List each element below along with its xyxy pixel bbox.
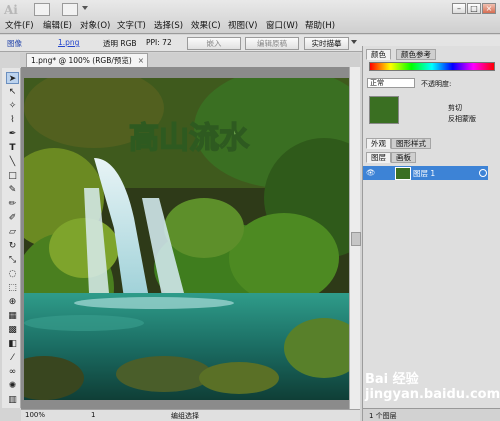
- tab-artboards[interactable]: 画板: [391, 152, 416, 163]
- lasso-tool-icon[interactable]: ⌇: [6, 114, 19, 126]
- blend-tool-icon[interactable]: ∞: [6, 366, 19, 378]
- symbol-sprayer-tool-icon[interactable]: ✺: [6, 380, 19, 392]
- direct-selection-tool-icon[interactable]: ↖: [6, 86, 19, 98]
- graph-tool-icon[interactable]: ▥: [6, 394, 19, 406]
- menu-view[interactable]: 视图(V): [228, 19, 257, 31]
- shape-builder-tool-icon[interactable]: ⊕: [6, 296, 19, 308]
- rectangle-tool-icon[interactable]: □: [6, 170, 19, 182]
- tab-layers[interactable]: 图层: [366, 152, 391, 163]
- zoom-level[interactable]: 100%: [25, 411, 45, 419]
- line-tool-icon[interactable]: ╲: [6, 156, 19, 168]
- status-text: 编组选择: [171, 412, 199, 420]
- document-tab[interactable]: 1.png* @ 100% (RGB/预览) ×: [26, 53, 148, 67]
- status-bar: 100% 1 编组选择: [21, 409, 360, 421]
- visibility-eye-icon[interactable]: 👁: [366, 168, 376, 177]
- scale-tool-icon[interactable]: ⤡: [6, 254, 19, 266]
- blend-mode-select[interactable]: 正常: [367, 78, 415, 88]
- bridge-icon[interactable]: [34, 3, 50, 16]
- thumbnail-preview: [369, 96, 399, 124]
- document-tab-title: 1.png* @ 100% (RGB/预览): [31, 56, 132, 65]
- watermark: Bai 经验 jingyan.baidu.com: [365, 368, 500, 408]
- perspective-grid-tool-icon[interactable]: ▦: [6, 310, 19, 322]
- watermark-text: Bai 经验 jingyan.baidu.com: [365, 372, 500, 402]
- scroll-thumb[interactable]: [351, 232, 361, 246]
- layers-footer: 1 个图层: [363, 408, 500, 421]
- menu-file[interactable]: 文件(F): [5, 19, 34, 31]
- menu-object[interactable]: 对象(O): [80, 19, 110, 31]
- arrange-documents-icon[interactable]: [62, 3, 78, 16]
- clip-checkbox[interactable]: 剪切: [448, 103, 462, 113]
- app-logo: Ai: [4, 3, 18, 17]
- layer-row[interactable]: 👁 图层 1: [363, 166, 488, 180]
- tab-color-guide[interactable]: 颜色参考: [396, 49, 436, 60]
- close-tab-icon[interactable]: ×: [138, 54, 144, 67]
- waterfall-photo: 高山流水: [24, 78, 349, 400]
- vertical-scrollbar[interactable]: [349, 67, 361, 409]
- menu-edit[interactable]: 编辑(E): [43, 19, 72, 31]
- chevron-down-icon[interactable]: [351, 40, 357, 44]
- artwork-image[interactable]: 高山流水: [24, 78, 349, 400]
- type-tool-icon[interactable]: T: [6, 142, 19, 154]
- embed-button[interactable]: 嵌入: [187, 37, 241, 50]
- menu-effect[interactable]: 效果(C): [191, 19, 221, 31]
- rotate-tool-icon[interactable]: ↻: [6, 240, 19, 252]
- menu-select[interactable]: 选择(S): [154, 19, 183, 31]
- maximize-button[interactable]: □: [467, 3, 481, 14]
- menu-window[interactable]: 窗口(W): [266, 19, 298, 31]
- eraser-tool-icon[interactable]: ▱: [6, 226, 19, 238]
- page-number[interactable]: 1: [91, 411, 95, 419]
- target-circle-icon[interactable]: [479, 169, 487, 177]
- selection-tool-icon[interactable]: ➤: [6, 72, 19, 84]
- artwork-title-text: 高山流水: [129, 121, 250, 156]
- invert-mask-checkbox[interactable]: 反相蒙版: [448, 114, 476, 124]
- tab-color[interactable]: 颜色: [366, 49, 391, 60]
- eyedropper-tool-icon[interactable]: ⁄: [6, 352, 19, 364]
- magic-wand-tool-icon[interactable]: ✧: [6, 100, 19, 112]
- layer-name[interactable]: 图层 1: [413, 168, 435, 179]
- free-transform-tool-icon[interactable]: ⬚: [6, 282, 19, 294]
- tools-panel: ➤ ↖ ✧ ⌇ ✒ T ╲ □ ✎ ✏ ✐ ▱ ↻ ⤡ ◌ ⬚ ⊕ ▦ ▩ ◧ …: [2, 68, 21, 408]
- menu-type[interactable]: 文字(T): [117, 19, 146, 31]
- tab-appearance[interactable]: 外观: [366, 138, 391, 149]
- blob-brush-tool-icon[interactable]: ✐: [6, 212, 19, 224]
- chevron-down-icon[interactable]: [82, 6, 88, 10]
- opacity-label: 不透明度:: [421, 80, 452, 88]
- pencil-tool-icon[interactable]: ✏: [6, 198, 19, 210]
- pen-tool-icon[interactable]: ✒: [6, 128, 19, 140]
- close-button[interactable]: ×: [482, 3, 496, 14]
- color-mode-text: 透明 RGB: [103, 39, 137, 48]
- application-bar: Ai – □ × 文件(F) 编辑(E) 对象(O) 文字(T) 选择(S) 效…: [0, 0, 500, 34]
- ppi-text: PPI: 72: [146, 38, 172, 47]
- menu-help[interactable]: 帮助(H): [305, 19, 335, 31]
- tab-graphic-styles[interactable]: 图形样式: [391, 138, 431, 149]
- panel-dock: 颜色 颜色参考 正常 不透明度: 剪切 反相蒙版 外观 图形样式 图层 画板 1…: [362, 46, 500, 421]
- color-spectrum[interactable]: [369, 62, 495, 71]
- edit-original-button[interactable]: 编辑原稿: [245, 37, 299, 50]
- warp-tool-icon[interactable]: ◌: [6, 268, 19, 280]
- paintbrush-tool-icon[interactable]: ✎: [6, 184, 19, 196]
- image-label: 图像: [7, 39, 22, 48]
- layer-thumbnail: [395, 167, 411, 180]
- linked-file-link[interactable]: 1.png: [58, 38, 79, 47]
- gradient-tool-icon[interactable]: ◧: [6, 338, 19, 350]
- layer-count: 1 个图层: [369, 412, 397, 420]
- live-trace-button[interactable]: 实时描摹: [304, 37, 349, 50]
- minimize-button[interactable]: –: [452, 3, 466, 14]
- mesh-tool-icon[interactable]: ▩: [6, 324, 19, 336]
